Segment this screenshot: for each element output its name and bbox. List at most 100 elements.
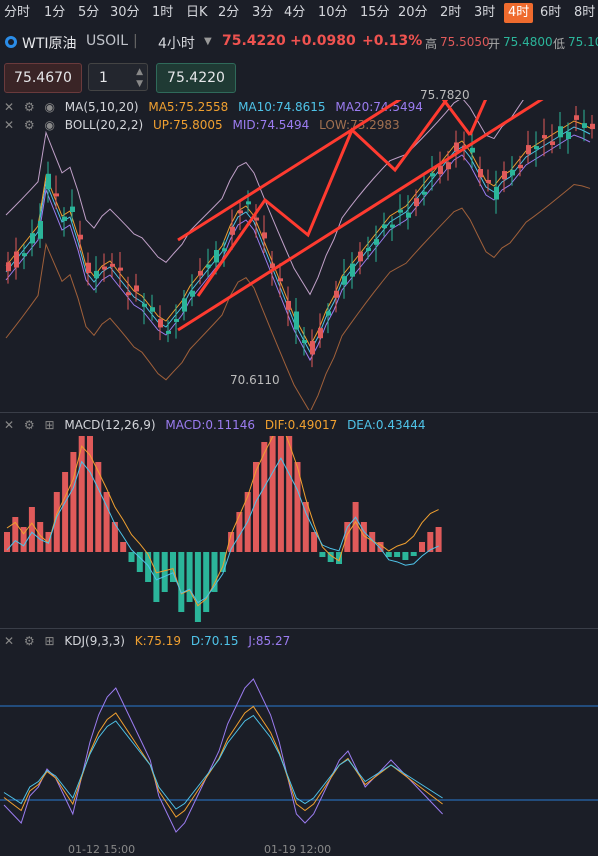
candle-body xyxy=(582,123,587,128)
tab-6[interactable]: 2分 xyxy=(218,4,239,22)
x-axis-label: 01-19 12:00 xyxy=(264,843,332,856)
tab-5[interactable]: 日K xyxy=(186,4,208,22)
close-icon[interactable]: ✕ xyxy=(4,634,14,648)
macd-histogram-bar xyxy=(352,502,359,552)
candle-body xyxy=(486,179,491,183)
candlestick-chart[interactable] xyxy=(0,100,598,410)
candle-body xyxy=(142,303,147,307)
candle-body xyxy=(526,145,531,155)
chevron-down-icon[interactable]: ▼ xyxy=(204,36,212,47)
candle-body xyxy=(206,264,211,268)
candle-body xyxy=(534,146,539,150)
close-icon[interactable]: ✕ xyxy=(4,418,14,432)
candle-body xyxy=(174,318,179,322)
candle-body xyxy=(118,267,123,271)
macd-histogram-bar xyxy=(4,532,10,552)
period-tabs: 分时 1分 5分 30分 1时 日K 2分 3分 4分 10分 15分 20分 2时 3时 4时 6时 8时 xyxy=(0,0,598,24)
panel-divider xyxy=(0,412,598,413)
quantity-field[interactable]: 1 ▲ ▼ xyxy=(88,63,148,91)
candle-body xyxy=(62,216,67,221)
candle-body xyxy=(494,186,499,200)
tab-10[interactable]: 15分 xyxy=(360,4,390,22)
candle-body xyxy=(38,221,43,239)
candle-body xyxy=(414,198,419,207)
macd-histogram-bar xyxy=(435,527,442,552)
stepper-down-icon[interactable]: ▼ xyxy=(136,70,143,98)
candle-body xyxy=(230,226,235,235)
candle-body xyxy=(254,217,259,221)
macd-histogram-bar xyxy=(269,436,276,552)
candle-body xyxy=(278,278,283,282)
candle-body xyxy=(102,266,107,270)
macd-histogram-bar xyxy=(311,532,318,552)
macd-histogram-bar xyxy=(70,452,77,552)
boll-lower-line xyxy=(5,183,591,410)
arrow-line xyxy=(441,100,472,136)
candle-body xyxy=(182,298,187,312)
tab-3[interactable]: 30分 xyxy=(110,4,140,22)
candle-body xyxy=(366,248,371,252)
tab-12[interactable]: 2时 xyxy=(440,4,461,22)
candle-body xyxy=(86,262,91,274)
candle-body xyxy=(422,191,427,195)
macd-histogram-bar xyxy=(410,552,417,556)
candle-body xyxy=(54,193,59,197)
candle-body xyxy=(286,300,291,310)
high-price-marker: 75.7820 xyxy=(420,88,470,102)
macd-histogram-bar xyxy=(161,552,168,592)
tab-9[interactable]: 10分 xyxy=(318,4,348,22)
panel-divider xyxy=(0,628,598,629)
symbol-name[interactable]: WTI原油 xyxy=(22,33,77,53)
tab-16[interactable]: 8时 xyxy=(574,4,595,22)
candle-body xyxy=(238,210,243,214)
tab-0[interactable]: 分时 xyxy=(4,4,30,22)
kdj-chart[interactable] xyxy=(0,650,598,853)
candle-body xyxy=(214,250,219,263)
candle-body xyxy=(222,248,227,252)
candle-body xyxy=(574,115,579,120)
period-selector[interactable]: 4小时 xyxy=(158,33,195,53)
tab-2[interactable]: 5分 xyxy=(78,4,99,22)
candle-body xyxy=(478,168,483,178)
candle-body xyxy=(406,212,411,218)
macd-histogram-bar xyxy=(120,542,127,552)
tab-14[interactable]: 4时 xyxy=(504,3,534,23)
settings-icon[interactable]: ⚙ xyxy=(24,418,35,432)
macd-label: MACD(12,26,9) xyxy=(64,418,156,432)
tab-15[interactable]: 6时 xyxy=(540,4,561,22)
symbol-logo-icon xyxy=(4,35,18,53)
candle-body xyxy=(470,147,475,153)
candle-body xyxy=(358,251,363,262)
tab-1[interactable]: 1分 xyxy=(44,4,65,22)
boll-upper-line xyxy=(5,100,524,296)
expand-icon[interactable]: ⊞ xyxy=(44,634,54,648)
candle-body xyxy=(558,126,563,138)
d-value: D:70.15 xyxy=(190,634,239,648)
tab-4[interactable]: 1时 xyxy=(152,4,173,22)
buy-price-button[interactable]: 75.4220 xyxy=(156,63,236,93)
candle-body xyxy=(502,171,507,180)
x-axis-label: 01-12 15:00 xyxy=(68,843,136,856)
dea-value: DEA:0.43444 xyxy=(347,418,426,432)
symbol-header: WTI原油 USOIL | 4小时 ▼ 75.4220 +0.0980 +0.1… xyxy=(0,30,598,56)
j-value: J:85.27 xyxy=(248,634,291,648)
macd-histogram-bar xyxy=(194,552,201,622)
candle-body xyxy=(446,162,451,170)
expand-icon[interactable]: ⊞ xyxy=(44,418,54,432)
settings-icon[interactable]: ⚙ xyxy=(24,634,35,648)
sell-price-button[interactable]: 75.4670 xyxy=(4,63,82,93)
tab-11[interactable]: 20分 xyxy=(398,4,428,22)
tab-8[interactable]: 4分 xyxy=(284,4,305,22)
high-value: 75.5050 xyxy=(440,35,490,49)
tab-7[interactable]: 3分 xyxy=(252,4,273,22)
candle-body xyxy=(190,290,195,297)
candle-body xyxy=(326,311,331,316)
candle-body xyxy=(150,307,155,312)
macd-histogram-bar xyxy=(28,507,35,552)
j-line xyxy=(3,678,443,833)
tab-13[interactable]: 3时 xyxy=(474,4,495,22)
macd-histogram-bar xyxy=(128,552,135,562)
kdj-indicator-row: ✕ ⚙ ⊞ KDJ(9,3,3) K:75.19 D:70.15 J:85.27 xyxy=(4,634,296,648)
candle-body xyxy=(158,319,163,328)
macd-chart[interactable] xyxy=(0,436,598,626)
